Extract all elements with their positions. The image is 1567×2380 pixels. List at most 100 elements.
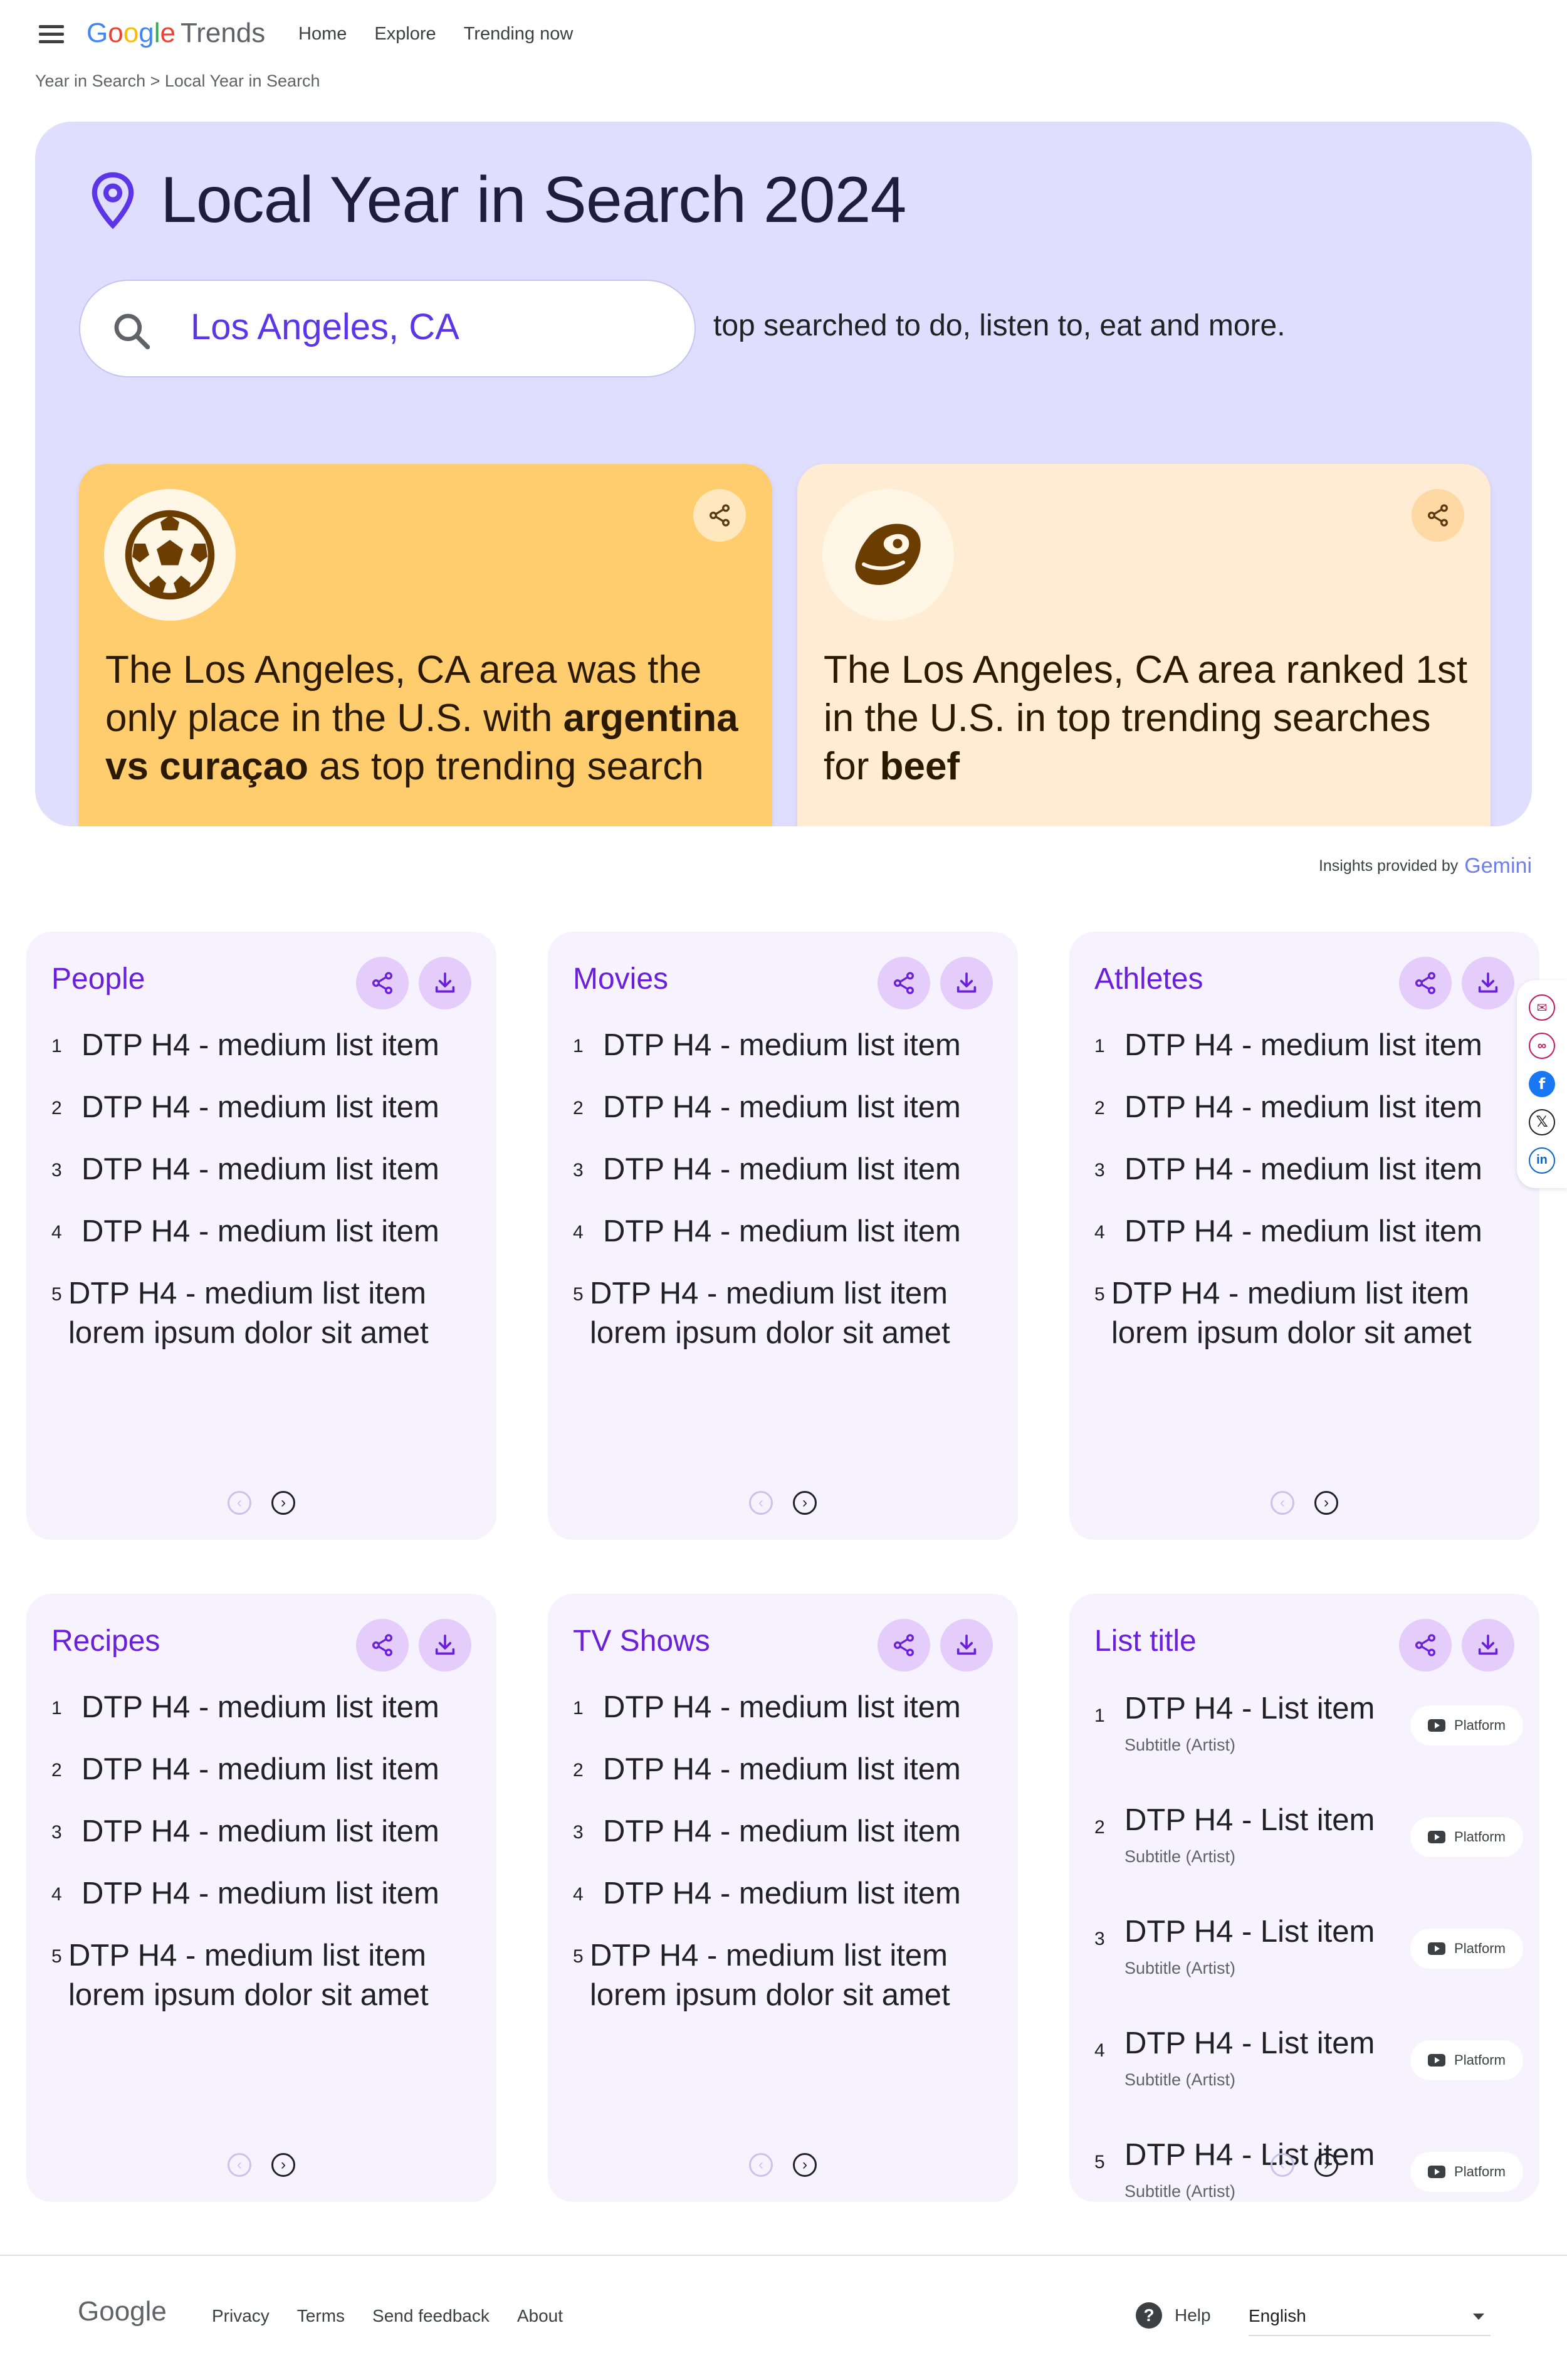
item-label: DTP H4 - medium list item (81, 1090, 439, 1124)
facebook-icon[interactable]: f (1529, 1070, 1555, 1097)
platform-chip[interactable]: Platform (1410, 1705, 1523, 1746)
card-actions (356, 957, 471, 1009)
list-item[interactable]: 2 DTP H4 - medium list item (1094, 1088, 1521, 1127)
list-item[interactable]: 1 DTP H4 - medium list item (1094, 1026, 1521, 1065)
nav-trending-now[interactable]: Trending now (464, 24, 574, 45)
dropdown-arrow-icon (1473, 2314, 1484, 2320)
footer-link-send-feedback[interactable]: Send feedback (372, 2306, 490, 2326)
item-label: DTP H4 - medium list item (1124, 1090, 1482, 1124)
card-share-button[interactable] (878, 1619, 930, 1672)
card-download-button[interactable] (940, 1619, 993, 1672)
x-icon[interactable]: 𝕏 (1529, 1108, 1555, 1135)
prev-page-icon[interactable]: ‹ (228, 2153, 251, 2177)
list-item[interactable]: 5 DTP H4 - medium list item lorem ipsum d… (573, 1274, 999, 1353)
prev-page-icon[interactable]: ‹ (749, 1491, 773, 1515)
list-item[interactable]: 4 DTP H4 - medium list item (1094, 1212, 1521, 1251)
card-download-button[interactable] (419, 957, 471, 1009)
list-item[interactable]: 3 DTP H4 - medium list item (51, 1812, 478, 1851)
list-item[interactable]: 5 DTP H4 - medium list item lorem ipsum d… (573, 1936, 999, 2015)
language-select[interactable]: English (1249, 2297, 1491, 2336)
item-label: DTP H4 - medium list item (603, 1214, 961, 1248)
search-icon (114, 313, 150, 350)
list-item[interactable]: 3 DTP H4 - medium list item (1094, 1150, 1521, 1189)
platform-chip[interactable]: Platform (1410, 1817, 1523, 1857)
rank-number: 3 (51, 1822, 62, 1843)
list-item[interactable]: 2 DTP H4 - medium list item (51, 1088, 478, 1127)
footer-link-privacy[interactable]: Privacy (212, 2306, 270, 2326)
list-item[interactable]: 1 DTP H4 - medium list item (573, 1026, 999, 1065)
download-icon (1478, 972, 1498, 993)
link-icon[interactable]: ∞ (1529, 1033, 1555, 1060)
rank-number: 5 (573, 1284, 584, 1305)
next-page-icon[interactable]: › (1314, 2153, 1338, 2177)
breadcrumb[interactable]: Year in Search > Local Year in Search (35, 71, 320, 91)
email-icon[interactable]: ✉ (1529, 994, 1555, 1021)
next-page-icon[interactable]: › (793, 2153, 817, 2177)
list-item[interactable]: 3 DTP H4 - medium list item (573, 1812, 999, 1851)
next-page-icon[interactable]: › (793, 1491, 817, 1515)
card-share-button[interactable] (1399, 957, 1452, 1009)
prev-page-icon[interactable]: ‹ (749, 2153, 773, 2177)
rank-number: 1 (51, 1036, 62, 1056)
card-share-button[interactable] (878, 957, 930, 1009)
card-share-button[interactable] (356, 957, 409, 1009)
soccer-ball-icon (104, 489, 236, 621)
footer-link-about[interactable]: About (517, 2306, 563, 2326)
prev-page-icon[interactable]: ‹ (228, 1491, 251, 1515)
list-item[interactable]: 4 DTP H4 - medium list item (51, 1212, 478, 1251)
prev-page-icon[interactable]: ‹ (1271, 1491, 1294, 1515)
google-trends-logo[interactable]: Google Trends (86, 18, 265, 49)
card-download-button[interactable] (419, 1619, 471, 1672)
list-item[interactable]: 2 DTP H4 - List item Subtitle (Artist) Plat… (1094, 1801, 1533, 1890)
share-icon (372, 1634, 392, 1656)
list-item[interactable]: 1 DTP H4 - medium list item (51, 1026, 478, 1065)
card-title: People (51, 962, 145, 996)
rank-number: 3 (573, 1822, 584, 1843)
list-item[interactable]: 3 DTP H4 - List item Subtitle (Artist) Plat… (1094, 1912, 1533, 2001)
insight-share-button[interactable] (693, 489, 746, 542)
card-share-button[interactable] (1399, 1619, 1452, 1672)
next-page-icon[interactable]: › (271, 1491, 295, 1515)
list-item[interactable]: 1 DTP H4 - List item Subtitle (Artist) Plat… (1094, 1689, 1533, 1778)
next-page-icon[interactable]: › (1314, 1491, 1338, 1515)
footer-google-logo[interactable]: Google (78, 2296, 167, 2327)
rank-number: 3 (1094, 1929, 1105, 1949)
list-item[interactable]: 1 DTP H4 - medium list item (573, 1688, 999, 1727)
list-item[interactable]: 3 DTP H4 - medium list item (573, 1150, 999, 1189)
location-search-input[interactable]: Los Angeles, CA (79, 280, 696, 377)
card-download-button[interactable] (1462, 1619, 1514, 1672)
linkedin-icon[interactable]: in (1529, 1147, 1555, 1174)
list-item[interactable]: 4 DTP H4 - medium list item (573, 1212, 999, 1251)
list-item[interactable]: 1 DTP H4 - medium list item (51, 1688, 478, 1727)
card-download-button[interactable] (1462, 957, 1514, 1009)
list-item[interactable]: 5 DTP H4 - medium list item lorem ipsum d… (51, 1274, 478, 1353)
hamburger-menu-icon[interactable] (39, 25, 64, 44)
insight-share-button[interactable] (1412, 489, 1464, 542)
nav-explore[interactable]: Explore (374, 24, 436, 45)
footer-link-terms[interactable]: Terms (297, 2306, 345, 2326)
rank-number: 1 (51, 1698, 62, 1719)
help-button[interactable]: ? Help (1136, 2302, 1211, 2329)
platform-chip[interactable]: Platform (1410, 1929, 1523, 1969)
list-item[interactable]: 5 DTP H4 - medium list item lorem ipsum d… (1094, 1274, 1521, 1353)
list-item[interactable]: 5 DTP H4 - List item Subtitle (Artist) Plat… (1094, 2135, 1533, 2225)
nav-home[interactable]: Home (298, 24, 347, 45)
list-item[interactable]: 4 DTP H4 - medium list item (573, 1874, 999, 1914)
prev-page-icon[interactable]: ‹ (1271, 2153, 1294, 2177)
list-item[interactable]: 4 DTP H4 - List item Subtitle (Artist) Plat… (1094, 2024, 1533, 2113)
card-download-button[interactable] (940, 957, 993, 1009)
list-item[interactable]: 2 DTP H4 - medium list item (51, 1750, 478, 1789)
rank-number: 2 (51, 1760, 62, 1781)
list-item[interactable]: 2 DTP H4 - medium list item (573, 1088, 999, 1127)
list-item[interactable]: 4 DTP H4 - medium list item (51, 1874, 478, 1914)
next-page-icon[interactable]: › (271, 2153, 295, 2177)
card-share-button[interactable] (356, 1619, 409, 1672)
list-item[interactable]: 5 DTP H4 - medium list item lorem ipsum d… (51, 1936, 478, 2015)
platform-chip[interactable]: Platform (1410, 2040, 1523, 2080)
list-item[interactable]: 3 DTP H4 - medium list item (51, 1150, 478, 1189)
card-title: Recipes (51, 1624, 160, 1658)
list-item[interactable]: 2 DTP H4 - medium list item (573, 1750, 999, 1789)
card-pagination: ‹ › (548, 1491, 1018, 1515)
item-label: DTP H4 - medium list item lorem ipsum do… (68, 1277, 429, 1350)
hero-tagline: top searched to do, listen to, eat and m… (713, 309, 1286, 342)
